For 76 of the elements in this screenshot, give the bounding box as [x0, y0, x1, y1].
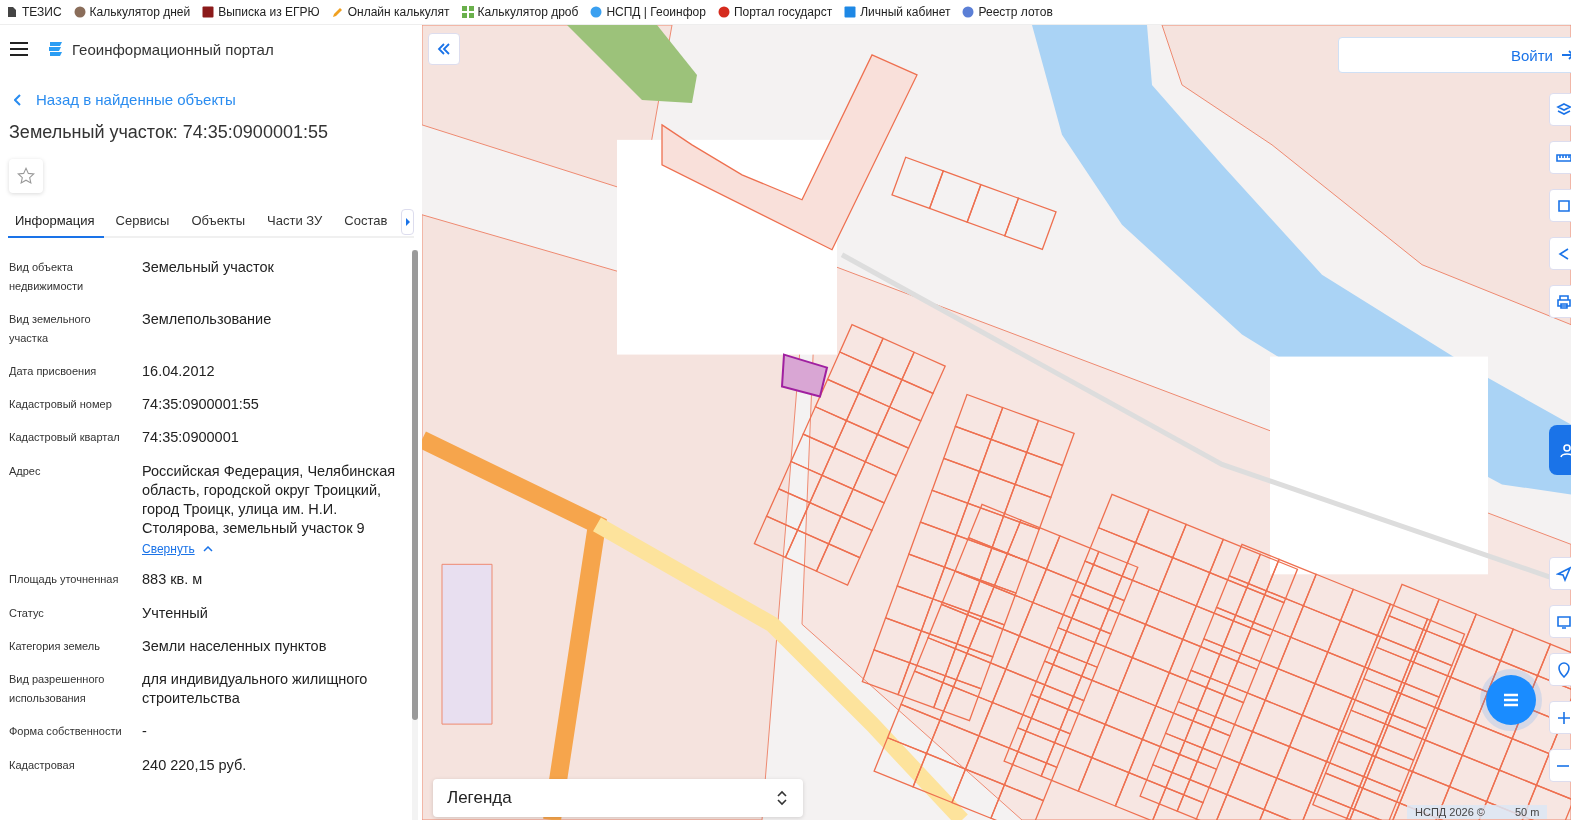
star-icon	[17, 167, 35, 185]
property-value: для индивидуального жилищного строительства	[142, 670, 369, 709]
property-label: Площадь уточненная	[9, 572, 120, 588]
scale-label: 50 m	[1514, 806, 1540, 818]
property-value: Российская Федерация, Челябинская область, городской округ Троицкий, город Троицк, улица им. Н.И. Столярова, земельный участок 9	[142, 461, 397, 539]
bookmark[interactable]: Калькулятор дней	[73, 5, 191, 19]
property-label: Вид земельного участка	[9, 312, 92, 346]
property-label: Дата присвоения	[9, 364, 98, 379]
legend-button[interactable]: Легенда	[433, 779, 803, 817]
map-drawing[interactable]	[422, 25, 1571, 820]
bookmark[interactable]: Реестр лотов	[962, 5, 1053, 19]
property-value: Земельный участок	[142, 258, 274, 277]
favicon-icon	[590, 6, 603, 18]
navigation-arrow-icon	[1556, 565, 1571, 582]
property-value: 16.04.2012	[142, 362, 215, 381]
share-icon	[1556, 245, 1571, 262]
property-label: Вид объекта недвижимости	[9, 260, 85, 294]
bookmark[interactable]: Выписка из ЕГРЮ	[202, 5, 320, 19]
property-value: 74:35:0900001:55	[142, 395, 259, 415]
property-value: Земли населенных пунктов	[142, 636, 327, 656]
layers-icon	[1556, 101, 1571, 118]
property-value: -	[142, 722, 147, 742]
property-label: Кадастровый квартал	[9, 430, 121, 446]
collapse-panel-button[interactable]	[428, 33, 460, 65]
bookmark[interactable]: Онлайн калькулят	[331, 5, 450, 19]
bookmark[interactable]: Калькулятор дроб	[461, 5, 579, 19]
property-label: Статус	[9, 605, 45, 621]
scrollbar[interactable]	[412, 250, 418, 820]
tab[interactable]: Сервисы	[105, 207, 180, 238]
tabs-next-button[interactable]	[401, 208, 414, 235]
property-value: 74:35:0900001	[142, 428, 239, 448]
property-value: Землепользование	[142, 310, 272, 329]
property-label: Форма собственности	[9, 724, 123, 740]
property-label: Категория земель	[9, 638, 101, 654]
property-label: Кадастровая	[9, 757, 76, 773]
favicon-icon	[844, 6, 857, 18]
bookmark[interactable]: Портал государст	[717, 5, 833, 19]
tab[interactable]: Состав	[334, 207, 398, 238]
collapse-link[interactable]: Свернуть	[142, 542, 213, 557]
bookmark[interactable]: Личный кабинет	[844, 5, 951, 19]
tab[interactable]: Объекты	[181, 207, 256, 238]
map-attribution: НСПД 2026 ©	[1415, 806, 1485, 818]
tab[interactable]: Информация	[8, 207, 104, 238]
bookmark[interactable]: НСПД | Геоинфор	[590, 5, 706, 19]
triangle-right-icon	[404, 217, 411, 226]
printer-icon	[1556, 293, 1571, 310]
bookmark[interactable]: ТЕЗИС	[6, 5, 62, 19]
caret-icon	[202, 546, 213, 553]
zoom-in-icon	[1556, 709, 1571, 726]
zoom-out-icon	[1556, 764, 1570, 767]
favorite-button[interactable]	[9, 159, 43, 193]
monitor-icon	[1556, 613, 1571, 630]
property-value: Учтенный	[142, 603, 208, 623]
location-pin-icon	[1556, 661, 1571, 678]
tab[interactable]: Части ЗУ	[257, 207, 333, 238]
login-button[interactable]: Войти	[1338, 37, 1571, 73]
person-icon	[1559, 442, 1571, 458]
menu-icon[interactable]	[10, 42, 28, 56]
grid-icon	[461, 6, 474, 18]
favicon-icon	[962, 6, 975, 18]
expand-collapse-icon	[777, 790, 787, 806]
object-title: Земельный участок: 74:35:0900001:55	[9, 122, 329, 143]
back-link[interactable]: Назад в найденные объекты	[14, 91, 422, 108]
pencil-icon	[331, 6, 344, 18]
chevron-left-icon	[14, 93, 22, 106]
app-title: Геоинформационный портал	[72, 40, 274, 58]
favicon-icon	[73, 6, 86, 18]
double-chevron-left-icon	[437, 43, 451, 55]
property-value: 883 кв. м	[142, 570, 203, 590]
property-label: Кадастровый номер	[9, 397, 113, 413]
property-value: 240 220,15 руб.	[142, 755, 247, 775]
square-icon	[1556, 197, 1571, 214]
page-icon	[6, 6, 18, 18]
property-label: Вид разрешенного использования	[9, 672, 106, 707]
favicon-icon	[202, 6, 215, 18]
property-label: Адрес	[9, 463, 42, 479]
